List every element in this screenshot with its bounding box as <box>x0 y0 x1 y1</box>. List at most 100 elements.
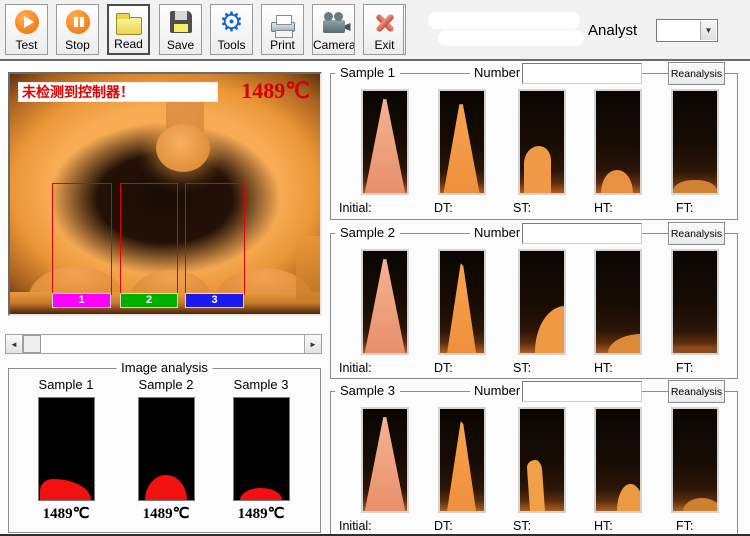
stage-thumbnail-dt <box>438 89 486 195</box>
number-label: Number <box>470 383 524 398</box>
number-input[interactable] <box>522 381 642 402</box>
redacted-area <box>438 30 584 46</box>
stage-label-ft: FT: <box>676 519 693 533</box>
camera-button[interactable]: Camera <box>312 4 355 55</box>
stop-button-label: Stop <box>57 38 98 52</box>
roi-box-2[interactable] <box>120 183 178 295</box>
read-button-label: Read <box>109 37 148 51</box>
sample-panel-1: Sample 1 Number Reanalysis Initial: DT: … <box>330 73 738 220</box>
stage-thumbnail-st <box>518 249 566 355</box>
printer-icon <box>269 8 297 36</box>
scroll-left-button[interactable]: ◄ <box>6 335 23 353</box>
app-window: Test Stop Read Save ⚙ Tools Print Camera <box>0 0 750 536</box>
video-camera-icon <box>320 8 348 36</box>
thermocouple-tip <box>156 124 210 172</box>
stage-label-ht: HT: <box>594 361 613 375</box>
roi-marker-1: 1 <box>52 293 111 308</box>
number-label: Number <box>470 225 524 240</box>
print-button-label: Print <box>262 38 303 52</box>
exit-button-label: Exit <box>364 38 405 52</box>
pause-icon <box>64 8 92 36</box>
controller-alert: 未检测到控制器！ <box>18 82 218 102</box>
image-analysis-title: Image analysis <box>116 360 213 375</box>
tools-button[interactable]: ⚙ Tools <box>210 4 253 55</box>
toolbar: Test Stop Read Save ⚙ Tools Print Camera <box>0 0 750 61</box>
number-input[interactable] <box>522 223 642 244</box>
analyst-dropdown[interactable]: ▼ <box>656 19 718 42</box>
image-analysis-sample-1: Sample 1 1489℃ <box>27 377 105 523</box>
scroll-thumb[interactable] <box>23 335 41 353</box>
sample-name: Sample 1 <box>27 377 105 392</box>
roi-marker-2: 2 <box>120 293 178 308</box>
roi-box-1[interactable] <box>52 183 112 295</box>
reanalysis-button[interactable]: Reanalysis <box>668 380 725 403</box>
stop-button[interactable]: Stop <box>56 4 99 55</box>
sample-panel-2: Sample 2 Number Reanalysis Initial: DT: … <box>330 233 738 379</box>
stage-label-initial: Initial: <box>339 201 372 215</box>
stage-label-dt: DT: <box>434 201 453 215</box>
sample-temperature: 1489℃ <box>127 504 205 523</box>
stage-label-ht: HT: <box>594 519 613 533</box>
stage-thumbnail-ht <box>594 89 642 195</box>
reanalysis-button[interactable]: Reanalysis <box>668 62 725 85</box>
save-button[interactable]: Save <box>159 4 202 55</box>
stage-label-initial: Initial: <box>339 361 372 375</box>
sample-thumbnail <box>38 397 95 501</box>
image-analysis-sample-3: Sample 3 1489℃ <box>222 377 300 523</box>
stage-thumbnail-ft <box>671 249 719 355</box>
stage-label-st: ST: <box>513 519 531 533</box>
image-analysis-panel: Image analysis Sample 1 1489℃ Sample 2 1… <box>8 368 321 533</box>
play-icon <box>13 8 41 36</box>
sample-temperature: 1489℃ <box>27 504 105 523</box>
read-button[interactable]: Read <box>107 4 150 55</box>
sample-thumbnail <box>233 397 290 501</box>
stage-thumbnail-ht <box>594 249 642 355</box>
horizontal-scrollbar[interactable]: ◄ ► <box>5 334 322 354</box>
dropdown-arrow-icon[interactable]: ▼ <box>700 21 716 40</box>
stage-thumbnail-ft <box>671 407 719 513</box>
number-input[interactable] <box>522 63 642 84</box>
sample-panel-title: Sample 2 <box>335 225 400 240</box>
scroll-right-button[interactable]: ► <box>304 335 321 353</box>
tube-edge-glow <box>296 236 320 300</box>
stage-thumbnail-st <box>518 89 566 195</box>
stage-thumbnail-st <box>518 407 566 513</box>
stage-label-dt: DT: <box>434 519 453 533</box>
roi-marker-3: 3 <box>185 293 244 308</box>
sample-panel-title: Sample 1 <box>335 65 400 80</box>
sample-name: Sample 2 <box>127 377 205 392</box>
stage-thumbnail-dt <box>438 407 486 513</box>
test-button[interactable]: Test <box>5 4 48 55</box>
floppy-disk-icon <box>167 8 195 36</box>
stage-label-st: ST: <box>513 201 531 215</box>
print-button[interactable]: Print <box>261 4 304 55</box>
toolbar-separator <box>403 4 404 54</box>
exit-button[interactable]: Exit <box>363 4 406 55</box>
stage-thumbnail-ft <box>671 89 719 195</box>
sample-panel-title: Sample 3 <box>335 383 400 398</box>
tools-button-label: Tools <box>211 38 252 52</box>
reanalysis-button[interactable]: Reanalysis <box>668 222 725 245</box>
stage-label-initial: Initial: <box>339 519 372 533</box>
stage-label-st: ST: <box>513 361 531 375</box>
exit-x-icon <box>371 8 399 36</box>
stage-label-ft: FT: <box>676 361 693 375</box>
camera-button-label: Camera <box>313 38 354 52</box>
sample-thumbnail <box>138 397 195 501</box>
number-label: Number <box>470 65 524 80</box>
stage-thumbnail-initial <box>361 249 409 355</box>
analyst-label: Analyst <box>588 22 637 39</box>
stage-label-dt: DT: <box>434 361 453 375</box>
stage-label-ft: FT: <box>676 201 693 215</box>
redacted-area <box>428 12 580 29</box>
stage-thumbnail-initial <box>361 89 409 195</box>
stage-thumbnail-initial <box>361 407 409 513</box>
stage-thumbnail-dt <box>438 249 486 355</box>
camera-view: 1 2 3 未检测到控制器！ 1489℃ <box>8 72 322 316</box>
sample-panel-3: Sample 3 Number Reanalysis Initial: DT: … <box>330 391 738 535</box>
roi-box-3[interactable] <box>185 183 245 295</box>
sample-temperature: 1489℃ <box>222 504 300 523</box>
image-analysis-sample-2: Sample 2 1489℃ <box>127 377 205 523</box>
furnace-image: 1 2 3 未检测到控制器！ 1489℃ <box>10 74 320 314</box>
sample-name: Sample 3 <box>222 377 300 392</box>
